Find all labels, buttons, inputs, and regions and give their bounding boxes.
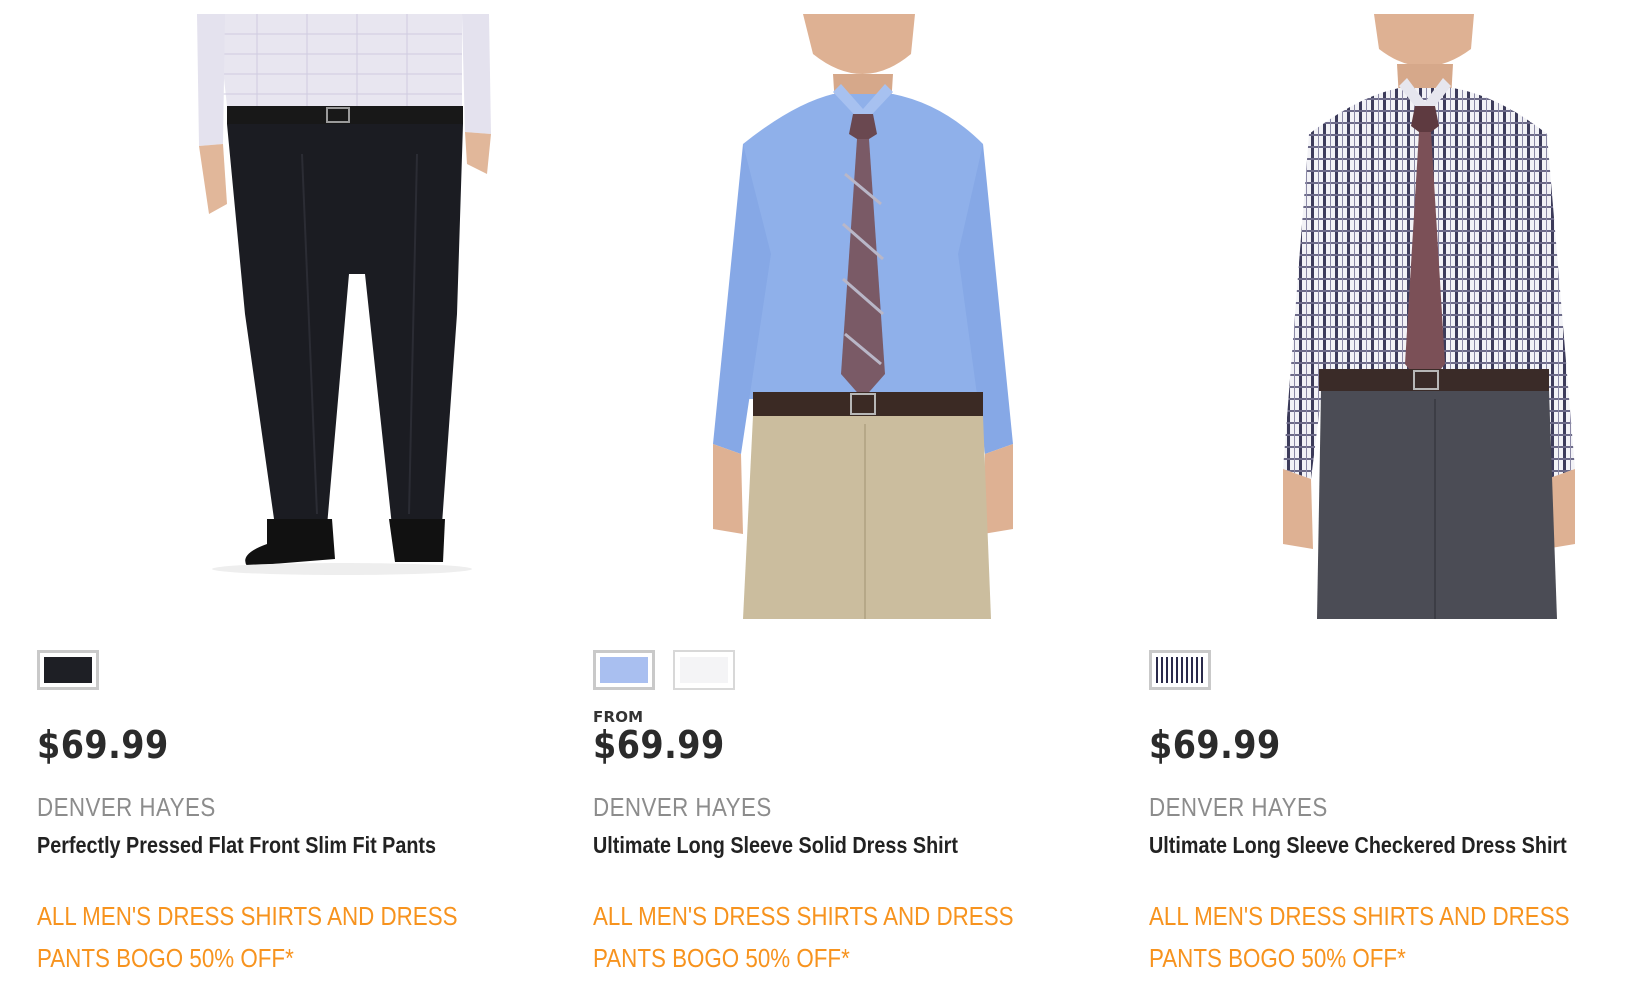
product-name-link[interactable]: Perfectly Pressed Flat Front Slim Fit Pa… — [37, 832, 436, 859]
swatch-black[interactable] — [37, 650, 99, 690]
product-grid: $69.99 DENVER HAYES Perfectly Pressed Fl… — [0, 0, 1630, 994]
promo-line-2: PANTS BOGO 50% OFF* — [593, 943, 850, 973]
product-name-link[interactable]: Ultimate Long Sleeve Solid Dress Shirt — [593, 832, 958, 859]
promo-text[interactable]: ALL MEN'S DRESS SHIRTS AND DRESS PANTS B… — [1149, 895, 1596, 979]
promo-line-1: ALL MEN'S DRESS SHIRTS AND DRESS — [37, 901, 458, 931]
promo-line-1: ALL MEN'S DRESS SHIRTS AND DRESS — [1149, 901, 1570, 931]
color-swatches — [593, 650, 735, 694]
swatch-fill — [1156, 657, 1204, 683]
swatch-light-blue[interactable] — [593, 650, 655, 690]
swatch-checkered[interactable] — [1149, 650, 1211, 690]
product-name-link[interactable]: Ultimate Long Sleeve Checkered Dress Shi… — [1149, 832, 1567, 859]
product-card: $69.99 DENVER HAYES Ultimate Long Sleeve… — [1149, 0, 1630, 994]
product-card: FROM $69.99 DENVER HAYES Ultimate Long S… — [593, 0, 1113, 994]
product-image[interactable] — [653, 14, 1073, 619]
swatch-fill — [600, 657, 648, 683]
color-swatches — [37, 650, 99, 694]
product-image[interactable] — [1239, 14, 1630, 619]
product-price: $69.99 — [593, 723, 725, 767]
promo-line-2: PANTS BOGO 50% OFF* — [1149, 943, 1406, 973]
swatch-fill — [680, 657, 728, 683]
promo-text[interactable]: ALL MEN'S DRESS SHIRTS AND DRESS PANTS B… — [593, 895, 1040, 979]
promo-line-2: PANTS BOGO 50% OFF* — [37, 943, 294, 973]
product-brand: DENVER HAYES — [1149, 792, 1328, 822]
swatch-white[interactable] — [673, 650, 735, 690]
product-price: $69.99 — [1149, 723, 1281, 767]
product-price: $69.99 — [37, 723, 169, 767]
promo-line-1: ALL MEN'S DRESS SHIRTS AND DRESS — [593, 901, 1014, 931]
product-card: $69.99 DENVER HAYES Perfectly Pressed Fl… — [37, 0, 557, 994]
swatch-fill — [44, 657, 92, 683]
product-image[interactable] — [127, 14, 547, 619]
product-brand: DENVER HAYES — [593, 792, 772, 822]
product-brand: DENVER HAYES — [37, 792, 216, 822]
promo-text[interactable]: ALL MEN'S DRESS SHIRTS AND DRESS PANTS B… — [37, 895, 484, 979]
color-swatches — [1149, 650, 1211, 694]
